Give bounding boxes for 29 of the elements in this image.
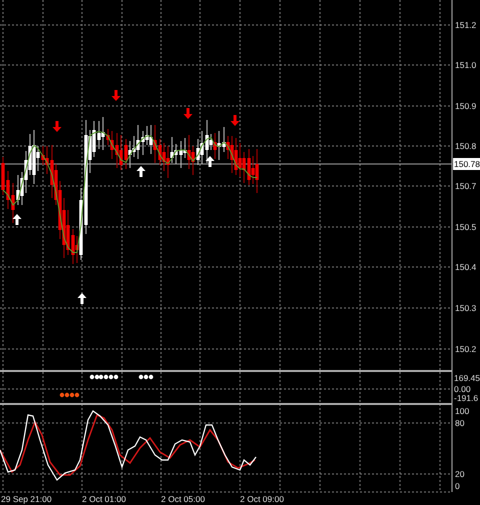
down-arrow-icon [230,115,240,126]
current-price-label: 150.78 [453,158,480,170]
time-label: 2 Oct 09:00 [240,494,284,504]
price-label: 150.9 [455,101,476,111]
up-arrow-icon [206,156,214,167]
stochastic-label: 100 [455,406,470,416]
price-label: 150.2 [455,344,476,354]
price-label: 150.7 [455,181,476,191]
time-label: 2 Oct 05:00 [161,494,205,504]
price-label: 151.0 [455,60,476,70]
down-arrow-icon [52,121,62,132]
price-label: 151.2 [455,20,476,30]
price-label: 150.3 [455,303,476,313]
stochastic-label: 20 [455,469,464,479]
down-arrow-icon [184,108,192,119]
up-arrow-icon [12,214,22,225]
time-label: 2 Oct 01:00 [82,494,126,504]
indicator-label: 0.00 [454,384,471,394]
stochastic-label: 80 [455,418,464,428]
up-arrow-icon [78,293,86,304]
indicator-label: -191.6 [454,393,478,403]
price-label: 150.5 [455,222,476,232]
price-label: 150.8 [455,141,476,151]
price-label: 150.4 [455,262,476,272]
stochastic-label: 0 [455,481,460,491]
indicator-label: 169.45 [454,373,480,383]
down-arrow-icon [112,90,120,101]
up-arrow-icon [136,166,146,177]
time-label: 29 Sep 21:00 [1,494,52,504]
